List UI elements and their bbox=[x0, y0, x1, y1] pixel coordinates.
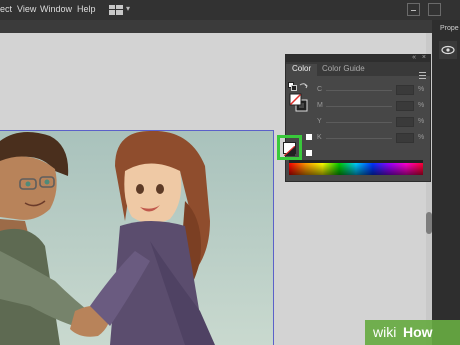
unit-label: % bbox=[418, 102, 425, 109]
chevron-down-icon[interactable]: ▾ bbox=[126, 4, 130, 13]
menu-help[interactable]: Help bbox=[77, 4, 96, 14]
slider-label: C bbox=[317, 86, 323, 93]
minimize-button[interactable] bbox=[407, 3, 420, 16]
white-swatch[interactable] bbox=[306, 150, 312, 156]
panel-menu-icon[interactable] bbox=[419, 71, 426, 79]
menu-bar: ect View Window Help ▾ bbox=[0, 0, 460, 20]
slider-track[interactable] bbox=[326, 90, 392, 91]
slider-track[interactable] bbox=[326, 106, 392, 107]
menu-view[interactable]: View bbox=[17, 4, 36, 14]
close-icon[interactable]: × bbox=[422, 54, 426, 61]
document-tab-bar bbox=[0, 20, 432, 33]
menu-select[interactable]: ect bbox=[0, 4, 12, 14]
right-panel-dock bbox=[432, 20, 460, 345]
collapse-icon[interactable]: « bbox=[412, 54, 416, 61]
value-field-magenta[interactable] bbox=[396, 101, 414, 111]
slider-label: M bbox=[317, 102, 323, 109]
slider-label: K bbox=[317, 134, 322, 141]
unit-label: % bbox=[418, 86, 425, 93]
swap-colors-icon[interactable] bbox=[299, 82, 308, 91]
workspace-layout-icon[interactable] bbox=[109, 5, 123, 15]
default-colors-icon[interactable] bbox=[288, 82, 297, 91]
eye-icon bbox=[441, 45, 455, 55]
watermark-wiki: wiki bbox=[373, 324, 397, 340]
white-swatch[interactable] bbox=[306, 134, 312, 140]
tab-color-guide[interactable]: Color Guide bbox=[322, 64, 365, 76]
color-spectrum-shade[interactable] bbox=[289, 163, 423, 175]
properties-panel-button[interactable] bbox=[439, 41, 457, 59]
artboard-bounds bbox=[0, 130, 274, 345]
slider-track[interactable] bbox=[326, 122, 392, 123]
fill-stroke-swatch[interactable] bbox=[289, 93, 309, 113]
slider-track[interactable] bbox=[326, 138, 392, 139]
wikihow-watermark: wiki How bbox=[365, 320, 460, 345]
watermark-how: How bbox=[403, 324, 433, 340]
maximize-button[interactable] bbox=[428, 3, 441, 16]
tab-color[interactable]: Color bbox=[286, 64, 318, 76]
value-field-yellow[interactable] bbox=[396, 117, 414, 127]
properties-tab[interactable]: Prope bbox=[440, 25, 459, 32]
value-field-black[interactable] bbox=[396, 133, 414, 143]
highlight-box bbox=[277, 135, 302, 160]
unit-label: % bbox=[418, 118, 425, 125]
menu-window[interactable]: Window bbox=[40, 4, 72, 14]
panel-tabs: Color Color Guide bbox=[286, 62, 430, 79]
panel-title-bar[interactable]: « × bbox=[286, 54, 430, 62]
color-panel: « × Color Color Guide C % M % Y % K % bbox=[285, 54, 431, 182]
unit-label: % bbox=[418, 134, 425, 141]
slider-label: Y bbox=[317, 118, 322, 125]
value-field-cyan[interactable] bbox=[396, 85, 414, 95]
